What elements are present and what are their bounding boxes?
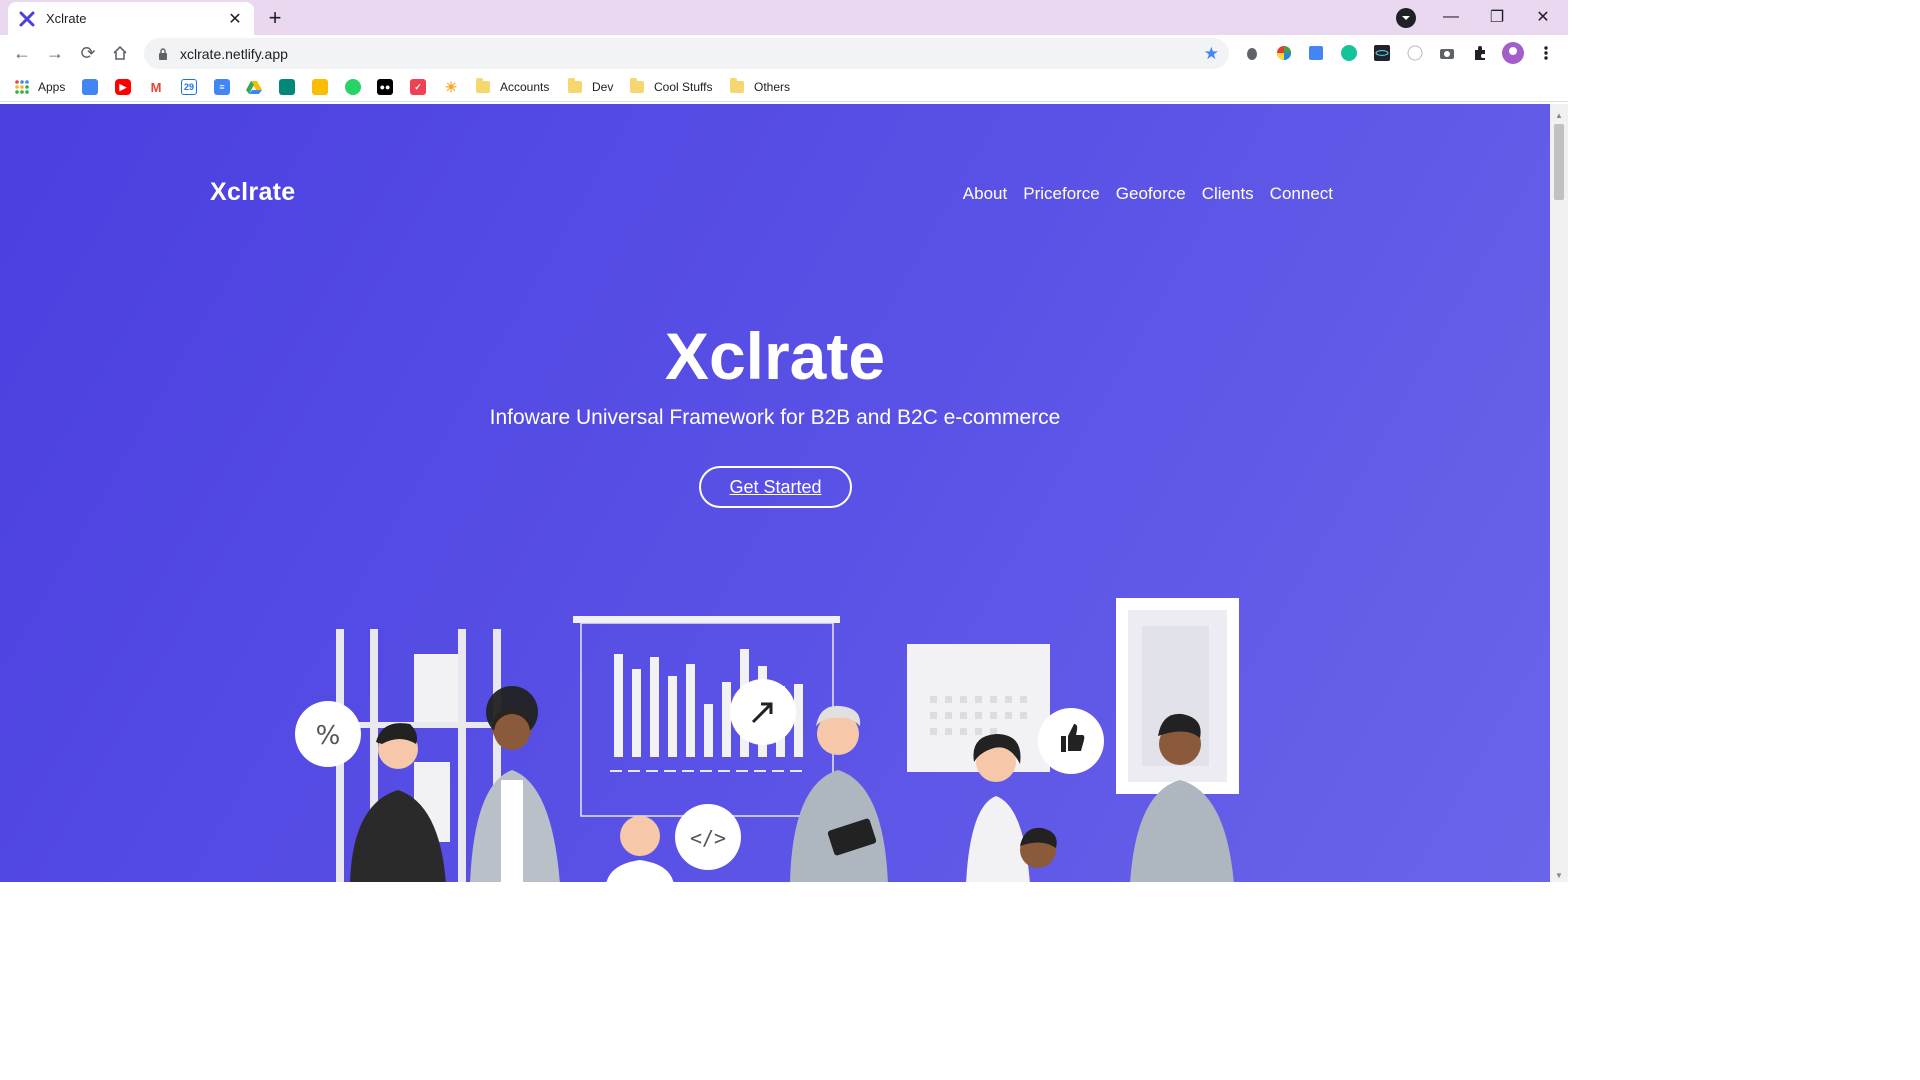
google-drive-icon [246, 79, 262, 95]
folder-label: Accounts [500, 80, 550, 94]
bookmark-pocket[interactable]: ✓ [410, 78, 432, 96]
person-elder-illustration [790, 705, 888, 882]
chart-board-illustration [573, 616, 840, 817]
get-started-button[interactable]: Get Started [699, 466, 852, 508]
xclrate-favicon-icon [18, 10, 36, 28]
youtube-icon: ▶ [115, 79, 131, 95]
site-nav: About Priceforce Geoforce Clients Connec… [963, 184, 1333, 204]
extensions-puzzle-icon[interactable] [1470, 43, 1490, 63]
home-icon[interactable] [106, 39, 134, 67]
clock-extension-icon[interactable] [1405, 43, 1425, 63]
google-docs-icon: ≡ [214, 79, 230, 95]
url-text: xclrate.netlify.app [180, 45, 288, 62]
minimize-icon[interactable]: — [1428, 0, 1474, 33]
site-logo[interactable]: Xclrate [210, 178, 296, 207]
gmail-icon: M [148, 79, 164, 95]
lock-icon [156, 47, 170, 61]
bookmark-google-calendar[interactable]: 29 [181, 78, 203, 96]
person-bald-illustration [606, 816, 674, 882]
hero-team-illustration: % </> [295, 598, 1239, 882]
reload-icon[interactable]: ⟳ [74, 39, 102, 67]
bookmark-google-keep[interactable] [312, 78, 334, 96]
nav-link-about[interactable]: About [963, 184, 1007, 204]
nav-link-connect[interactable]: Connect [1270, 184, 1333, 204]
folder-icon [568, 78, 582, 93]
bookmark-folder-others[interactable]: Others [730, 78, 790, 96]
folder-label: Cool Stuffs [654, 80, 713, 94]
restore-icon[interactable]: ❐ [1474, 0, 1520, 33]
bookmark-youtube[interactable]: ▶ [115, 78, 137, 96]
person-woman-illustration [470, 686, 560, 882]
profile-avatar[interactable] [1502, 42, 1524, 64]
folder-icon [730, 78, 744, 93]
camera-extension-icon[interactable] [1437, 43, 1457, 63]
bookmark-google-drive[interactable] [246, 78, 268, 96]
bookmark-weather[interactable]: ☀ [443, 78, 465, 96]
react-devtools-extension-icon[interactable] [1372, 43, 1392, 63]
close-tab-icon[interactable]: ✕ [226, 10, 244, 28]
bug-extension-icon[interactable] [1242, 43, 1262, 63]
folder-label: Dev [592, 80, 614, 94]
bookmark-apps-label: Apps [38, 80, 66, 94]
person-child-illustration [1020, 827, 1057, 868]
folder-icon [630, 78, 644, 93]
code-bubble-icon: </> [675, 804, 741, 870]
bookmark-google-sites[interactable] [82, 78, 104, 96]
bookmark-folder-cool-stuffs[interactable]: Cool Stuffs [630, 78, 712, 96]
bookmark-google-meet[interactable] [279, 78, 301, 96]
new-tab-button[interactable]: + [262, 5, 288, 31]
google-meet-icon [279, 79, 295, 95]
tab-title: Xclrate [46, 11, 87, 26]
bookmarks-bar: Apps ▶ M 29 ≡ ●● ✓ ☀ Accounts Dev Cool S… [0, 72, 1568, 102]
weather-sun-icon: ☀ [444, 78, 458, 95]
google-keep-icon [312, 79, 328, 95]
scroll-up-arrow-icon[interactable]: ▲ [1554, 110, 1564, 120]
bookmark-folder-dev[interactable]: Dev [568, 78, 613, 96]
apps-grid-icon [14, 79, 30, 95]
address-bar[interactable]: xclrate.netlify.app ★ [144, 38, 1229, 69]
scroll-down-arrow-icon[interactable]: ▼ [1554, 870, 1564, 880]
svg-text:%: % [316, 721, 341, 751]
page-scrollbar[interactable]: ▲ ▼ [1550, 104, 1568, 882]
page-viewport: Xclrate About Priceforce Geoforce Client… [0, 104, 1550, 882]
nav-link-geoforce[interactable]: Geoforce [1116, 184, 1186, 204]
bookmark-gmail[interactable]: M [148, 78, 170, 96]
forward-arrow-icon[interactable]: → [41, 39, 69, 67]
svg-text:</>: </> [690, 826, 726, 850]
bookmark-star-icon[interactable]: ★ [1204, 44, 1219, 64]
folder-label: Others [754, 80, 791, 94]
scroll-thumb[interactable] [1554, 124, 1564, 200]
browser-toolbar: ← → ⟳ xclrate.netlify.app ★ [0, 35, 1568, 72]
bookmark-whatsapp[interactable] [345, 78, 367, 96]
person-woman-right-illustration [966, 734, 1030, 882]
trend-arrow-bubble-icon [730, 679, 796, 745]
bookmark-google-docs[interactable]: ≡ [214, 78, 236, 96]
back-arrow-icon[interactable]: ← [8, 39, 36, 67]
calendar-icon: 29 [181, 79, 197, 95]
tab-search-icon[interactable] [1396, 8, 1416, 28]
thumbs-up-bubble-icon [1038, 708, 1104, 774]
tab-strip: Xclrate ✕ + — ❐ ✕ [0, 0, 1568, 35]
medium-icon: ●● [377, 79, 393, 95]
menu-kebab-icon[interactable] [1536, 43, 1556, 63]
close-window-icon[interactable]: ✕ [1520, 0, 1566, 33]
nav-link-priceforce[interactable]: Priceforce [1023, 184, 1100, 204]
hero-subtitle: Infoware Universal Framework for B2B and… [489, 406, 1061, 429]
percent-bubble-icon: % [295, 701, 361, 767]
folder-icon [476, 78, 490, 93]
bookmark-folder-accounts[interactable]: Accounts [476, 78, 549, 96]
bookmark-medium[interactable]: ●● [377, 78, 399, 96]
color-wheel-extension-icon[interactable] [1274, 43, 1294, 63]
hero-title: Xclrate [664, 319, 886, 393]
browser-tab[interactable]: Xclrate ✕ [8, 2, 254, 35]
nav-link-clients[interactable]: Clients [1202, 184, 1254, 204]
google-sites-icon [82, 79, 98, 95]
translate-extension-icon[interactable] [1306, 43, 1326, 63]
whatsapp-icon [345, 79, 361, 95]
pocket-icon: ✓ [410, 79, 426, 95]
bookmark-apps[interactable]: Apps [14, 78, 65, 96]
grammarly-extension-icon[interactable] [1339, 43, 1359, 63]
